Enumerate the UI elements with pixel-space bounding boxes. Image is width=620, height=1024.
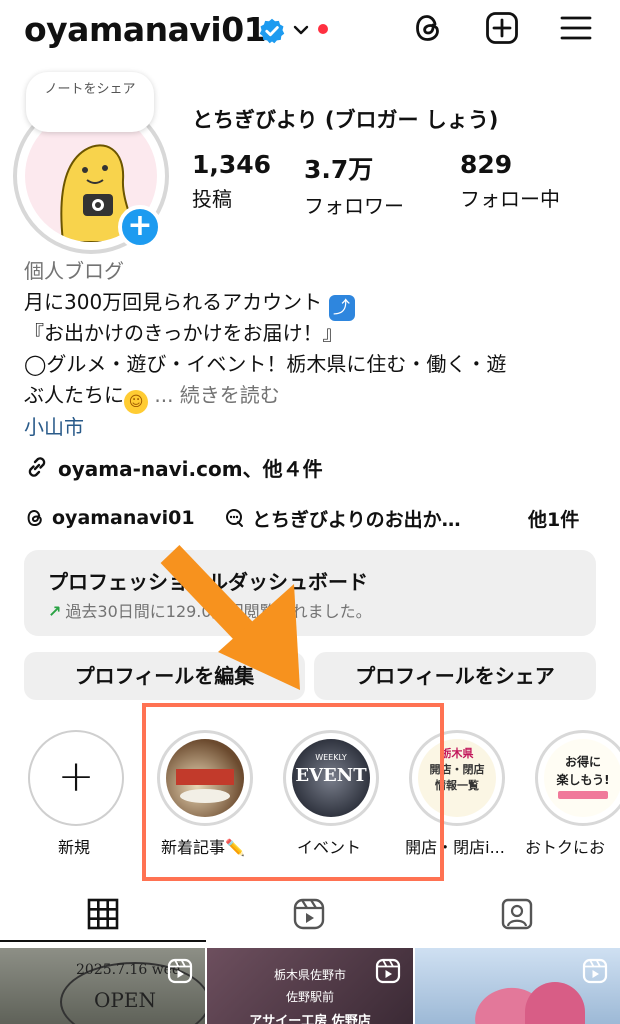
bio-line: 月に300万回見られるアカウント ⤴	[24, 287, 604, 321]
followers-count: 3.7万	[304, 155, 374, 184]
post-thumbnail[interactable]	[415, 948, 620, 1024]
notification-dot	[318, 24, 328, 34]
followers-label: フォロワー	[304, 194, 404, 218]
bio-line: ぶ人たちに ☺ ... 続きを読む	[24, 380, 604, 414]
post-thumbnail[interactable]: 栃木県佐野市 佐野駅前 アサイー工房 佐野店	[207, 948, 413, 1024]
read-more-link[interactable]: ... 続きを読む	[154, 383, 279, 407]
edit-profile-button[interactable]: プロフィールを編集	[24, 652, 305, 700]
bio-text: ぶ人たちに	[24, 383, 124, 407]
location-link[interactable]: 小山市	[24, 412, 604, 443]
deals-cover-image: お得に 楽しもう!	[544, 739, 620, 817]
reel-indicator-icon	[167, 958, 193, 984]
link-text: oyama-navi.com、他４件	[58, 456, 323, 481]
threads-icon	[27, 509, 42, 527]
channel-link[interactable]: とちぎびよりのお出か…	[224, 503, 461, 533]
menu-icon[interactable]	[558, 10, 594, 46]
threads-handle: oyamanavi01	[52, 507, 195, 529]
post-caption-text: 佐野駅前	[285, 990, 334, 1004]
grid-icon[interactable]	[86, 897, 120, 931]
profile-category: 個人ブログ	[24, 259, 124, 283]
cover-line-text: お得に	[564, 755, 601, 769]
bio-line: 『お出かけのきっかけをお届け！』	[24, 321, 343, 345]
plus-icon: +	[57, 751, 95, 802]
highlight-new[interactable]: + 新規	[28, 730, 128, 870]
highlight-item[interactable]: お得に 楽しもう! おトクにお	[525, 730, 620, 870]
cover-line-text: 楽しもう!	[556, 773, 610, 787]
trend-up-icon: ↗	[48, 602, 62, 621]
bio-line: ◯グルメ・遊び・イベント！栃木県に住む・働く・遊	[24, 352, 507, 376]
link-icon	[28, 457, 46, 477]
bio-text: 月に300万回見られるアカウント	[24, 290, 323, 314]
username-heading[interactable]: oyamanavi01	[24, 10, 267, 49]
threads-icon[interactable]	[410, 10, 446, 46]
top-bar: oyamanavi01	[0, 0, 620, 64]
dashboard-title: プロフェッショナルダッシュボード	[48, 570, 368, 594]
threads-handle-link[interactable]: oyamanavi01	[24, 503, 195, 533]
active-tab-indicator	[0, 940, 206, 942]
highlight-label: おトクにお	[525, 838, 606, 857]
following-stat[interactable]: 829 フォロー中	[460, 150, 560, 212]
posts-count: 1,346	[192, 150, 272, 179]
post-date-text: 2025.7.16 wed	[76, 962, 181, 978]
display-name: とちぎびより (ブロガー しょう)	[192, 108, 499, 132]
post-caption-text: アサイー工房 佐野店	[249, 1014, 371, 1024]
dashboard-views-text: 過去30日間に129.0万回閲覧されました。	[65, 602, 372, 621]
dashboard-subtitle: ↗ 過去30日間に129.0万回閲覧されました。	[48, 598, 372, 622]
highlight-cover: お得に 楽しもう!	[535, 730, 620, 826]
channel-name: とちぎびよりのお出か…	[252, 508, 461, 531]
reel-indicator-icon	[582, 958, 608, 984]
following-count: 829	[460, 150, 513, 179]
posts-stat[interactable]: 1,346 投稿	[192, 150, 271, 212]
more-links[interactable]: 他1件	[528, 503, 579, 533]
posts-label: 投稿	[192, 187, 232, 211]
smiling-emoji-icon: ☺	[124, 390, 148, 414]
followers-stat[interactable]: 3.7万 フォロワー	[304, 150, 404, 219]
post-open-text: OPEN	[94, 988, 156, 1012]
reel-indicator-icon	[375, 958, 401, 984]
tagged-icon[interactable]	[500, 897, 534, 931]
note-bubble[interactable]: ノートをシェア	[26, 72, 154, 132]
new-highlight-circle[interactable]: +	[28, 730, 124, 826]
post-thumbnail[interactable]: 2025.7.16 wed OPEN	[0, 948, 205, 1024]
channel-icon	[226, 509, 243, 527]
verified-badge-icon	[259, 18, 285, 44]
create-icon[interactable]	[484, 10, 520, 46]
share-profile-button[interactable]: プロフィールをシェア	[314, 652, 596, 700]
chevron-down-icon[interactable]	[292, 21, 310, 39]
external-links[interactable]: oyama-navi.com、他４件	[24, 452, 323, 482]
highlight-label: 新規	[57, 838, 90, 857]
professional-dashboard[interactable]: プロフェッショナルダッシュボード ↗ 過去30日間に129.0万回閲覧されました。	[24, 550, 596, 636]
following-label: フォロー中	[460, 187, 560, 211]
threads-row: oyamanavi01 とちぎびよりのお出か… 他1件	[24, 503, 604, 533]
annotation-highlight-box	[142, 703, 444, 881]
reels-icon[interactable]	[292, 897, 326, 931]
add-story-button[interactable]: +	[118, 205, 162, 249]
